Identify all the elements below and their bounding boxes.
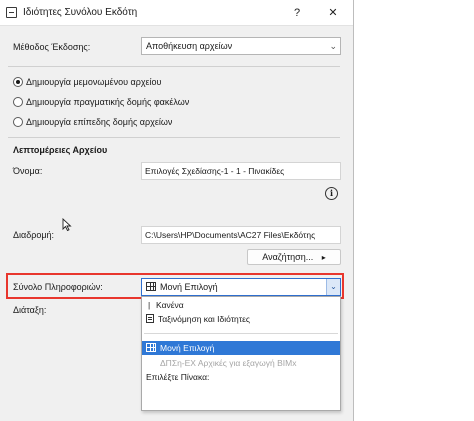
- help-button[interactable]: ?: [288, 4, 306, 22]
- info-set-dropdown: | Κανένα Ταξινόμηση και Ιδιότητες Μονή Επ…: [141, 296, 341, 411]
- table-icon: [146, 343, 156, 352]
- chevron-right-icon: ▸: [321, 253, 326, 262]
- dropdown-item-none[interactable]: | Κανένα: [142, 298, 340, 312]
- path-field[interactable]: C:\Users\HP\Documents\AC27 Files\Εκδότης: [141, 226, 341, 244]
- browse-button[interactable]: Αναζήτηση... ▸: [247, 249, 341, 265]
- document-icon: [146, 314, 154, 323]
- layout-label: Διάταξη:: [13, 305, 47, 315]
- dropdown-item-label: Επιλέξτε Πίνακα:: [146, 372, 210, 382]
- close-button[interactable]: ✕: [324, 4, 342, 22]
- none-icon: |: [148, 300, 151, 310]
- info-set-label: Σύνολο Πληροφοριών:: [13, 282, 103, 292]
- window-title: Ιδιότητες Συνόλου Εκδότη: [23, 7, 138, 18]
- separator: [8, 66, 340, 67]
- path-label: Διαδρομή:: [13, 230, 55, 240]
- dropdown-item-single-selection[interactable]: Μονή Επιλογή: [142, 341, 340, 355]
- radio-real-folder-structure-label[interactable]: Δημιουργία πραγματικής δομής φακέλων: [26, 97, 189, 107]
- chevron-down-icon: ⌄: [329, 41, 337, 51]
- title-bar: Ιδιότητες Συνόλου Εκδότη ? ✕: [0, 0, 353, 26]
- radio-single-file-label[interactable]: Δημιουργία μεμονωμένου αρχείου: [26, 77, 161, 87]
- dropdown-item-choose-table[interactable]: Επιλέξτε Πίνακα:: [142, 370, 340, 384]
- name-field[interactable]: Επιλογές Σχεδίασης-1 - 1 - Πινακίδες: [141, 162, 341, 180]
- method-select[interactable]: Αποθήκευση αρχείων ⌄: [141, 37, 341, 55]
- name-label: Όνομα:: [13, 166, 43, 176]
- file-details-heading: Λεπτομέρειες Αρχείου: [13, 145, 108, 155]
- radio-real-folder-structure[interactable]: [13, 97, 23, 107]
- dropdown-item-label: ΔΠΣη-ΕΧ Αρχικές για εξαγωγή BIMx: [160, 358, 297, 368]
- app-icon: [6, 7, 17, 18]
- radio-flat-structure-label[interactable]: Δημιουργία επίπεδης δομής αρχείων: [26, 117, 172, 127]
- dropdown-item-classification[interactable]: Ταξινόμηση και Ιδιότητες: [142, 312, 340, 326]
- info-icon[interactable]: i: [325, 187, 338, 200]
- dropdown-item-label: Μονή Επιλογή: [160, 343, 215, 353]
- browse-button-label: Αναζήτηση...: [262, 252, 314, 262]
- separator: [8, 137, 340, 138]
- info-set-select[interactable]: Μονή Επιλογή ⌄: [141, 278, 341, 296]
- radio-flat-structure[interactable]: [13, 117, 23, 127]
- info-set-select-value: Μονή Επιλογή: [160, 282, 218, 292]
- dropdown-item-label: Κανένα: [156, 300, 184, 310]
- dropdown-item-bimx: ΔΠΣη-ΕΧ Αρχικές για εξαγωγή BIMx: [142, 356, 340, 370]
- dropdown-item-label: Ταξινόμηση και Ιδιότητες: [158, 314, 251, 324]
- method-label: Μέθοδος Έκδοσης:: [13, 42, 91, 52]
- method-select-value: Αποθήκευση αρχείων: [146, 41, 233, 51]
- dropdown-separator: [144, 333, 338, 334]
- publisher-set-properties-dialog: Ιδιότητες Συνόλου Εκδότη ? ✕ Μέθοδος Έκδ…: [0, 0, 354, 421]
- radio-single-file[interactable]: [13, 77, 23, 87]
- chevron-down-icon[interactable]: ⌄: [326, 279, 340, 295]
- table-icon: [146, 282, 156, 291]
